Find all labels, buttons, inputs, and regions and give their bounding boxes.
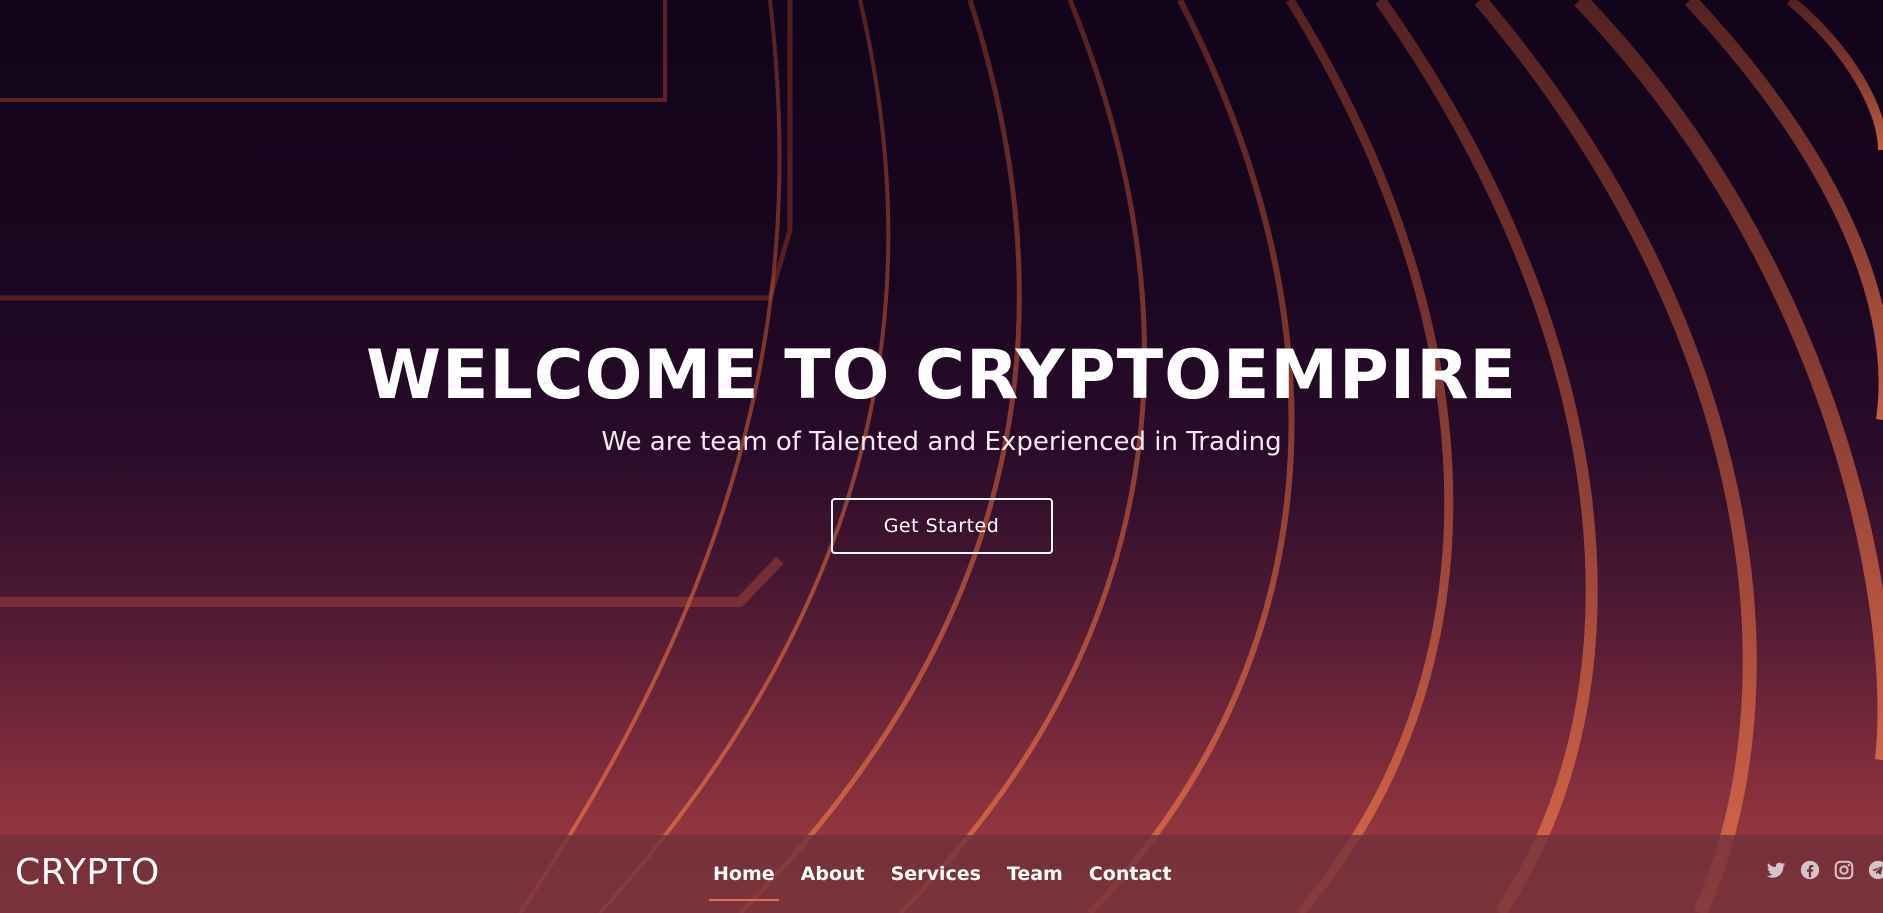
get-started-button[interactable]: Get Started: [830, 498, 1053, 554]
page: WELCOME TO CRYPTOEMPIRE We are team of T…: [0, 0, 1883, 913]
nav-menu: Home About Services Team Contact: [700, 835, 1185, 913]
telegram-icon[interactable]: [1867, 859, 1883, 881]
hero-subtitle: We are team of Talented and Experienced …: [601, 427, 1282, 457]
hero-section: WELCOME TO CRYPTOEMPIRE We are team of T…: [0, 330, 1883, 554]
nav-item-services[interactable]: Services: [887, 835, 985, 913]
nav-item-contact[interactable]: Contact: [1085, 835, 1176, 913]
navbar: CRYPTO Home About Services Team Contact: [0, 835, 1883, 913]
nav-item-about[interactable]: About: [797, 835, 869, 913]
twitter-icon[interactable]: [1765, 859, 1787, 881]
logo[interactable]: CRYPTO: [15, 849, 160, 897]
instagram-icon[interactable]: [1833, 859, 1855, 881]
social-links: [1765, 859, 1883, 881]
hero-title: WELCOME TO CRYPTOEMPIRE: [365, 336, 1518, 415]
facebook-icon[interactable]: [1799, 859, 1821, 881]
nav-item-team[interactable]: Team: [1003, 835, 1067, 913]
nav-item-home[interactable]: Home: [709, 835, 779, 913]
